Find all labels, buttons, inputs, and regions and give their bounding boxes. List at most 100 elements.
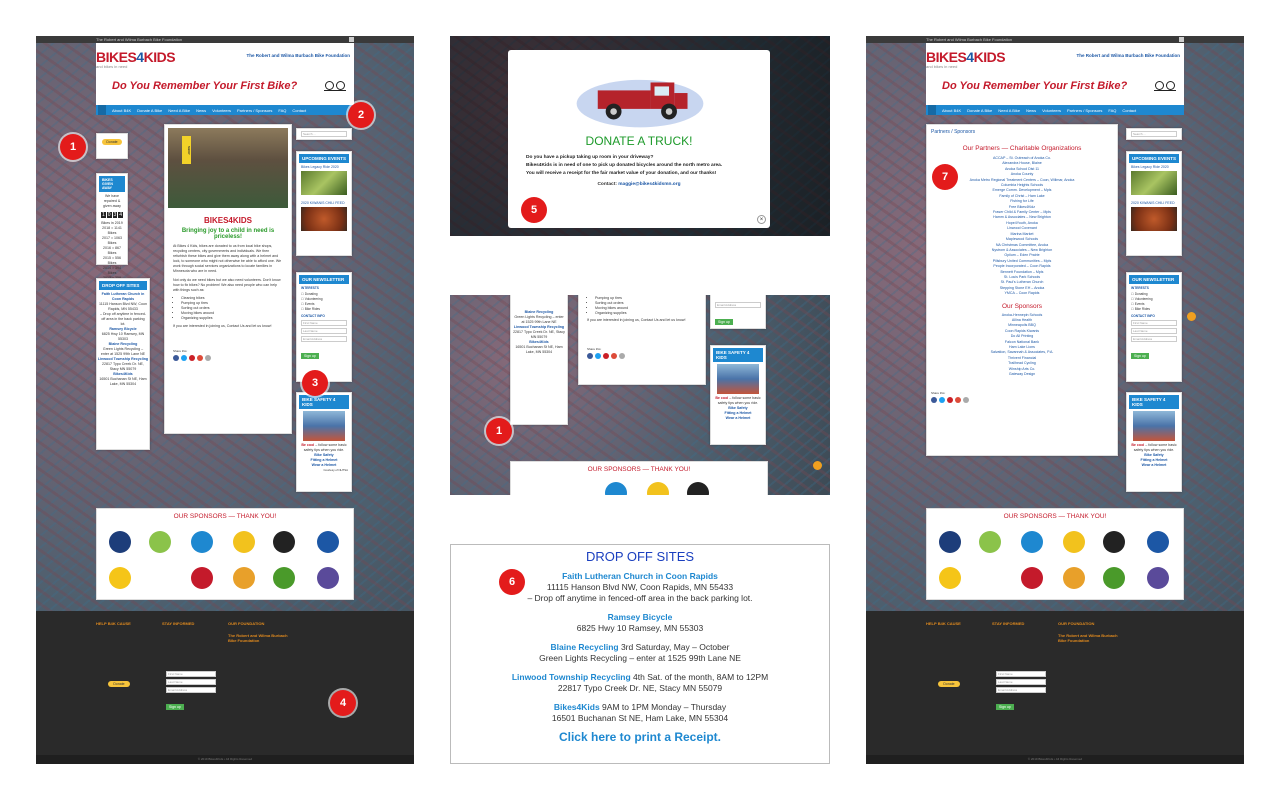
contact-email-link[interactable]: maggie@bikes4kidsmn.org bbox=[618, 182, 680, 187]
nav-item[interactable]: FAQ bbox=[1108, 108, 1116, 113]
dropoff-site-name[interactable]: Ramsey Bicycle bbox=[451, 612, 829, 623]
scroll-top-icon[interactable] bbox=[813, 461, 822, 470]
last-name-input[interactable]: Last Name bbox=[996, 679, 1046, 685]
sponsor-logo[interactable] bbox=[1063, 531, 1085, 553]
sponsor-logo[interactable] bbox=[317, 531, 339, 553]
email-input[interactable]: Email Address bbox=[715, 302, 761, 308]
home-icon[interactable] bbox=[98, 105, 106, 115]
nav-item[interactable]: Volunteers bbox=[212, 108, 231, 113]
paypal-donate-button[interactable]: Donate bbox=[108, 681, 130, 687]
sponsor-logo[interactable] bbox=[273, 567, 295, 589]
sponsor-logo[interactable] bbox=[1021, 531, 1043, 553]
first-name-input[interactable]: First Name bbox=[996, 671, 1046, 677]
modal-close-button[interactable]: × bbox=[757, 215, 766, 224]
email-input[interactable]: Email Address bbox=[166, 687, 216, 693]
signup-button[interactable]: Sign up bbox=[301, 353, 319, 359]
sponsor-logo[interactable] bbox=[317, 567, 339, 589]
nav-item[interactable]: Partners / Sponsors bbox=[1067, 108, 1102, 113]
sponsor-logo[interactable] bbox=[109, 567, 131, 589]
sponsor-item[interactable]: Gateway Design bbox=[927, 372, 1117, 377]
sponsor-logo[interactable] bbox=[233, 567, 255, 589]
twitter-share-icon[interactable] bbox=[939, 397, 945, 404]
sponsor-logo[interactable] bbox=[109, 531, 131, 553]
facebook-share-icon[interactable] bbox=[931, 397, 937, 404]
nav-item[interactable]: Contact bbox=[1122, 108, 1136, 113]
sponsor-logo[interactable] bbox=[273, 531, 295, 553]
sponsor-logo[interactable] bbox=[1063, 567, 1085, 589]
dropoff-site-name[interactable]: Blaine Recycling bbox=[551, 642, 619, 652]
more-share-icon[interactable] bbox=[205, 355, 211, 361]
first-name-input[interactable]: First Name bbox=[166, 671, 216, 677]
nav-item[interactable]: News bbox=[196, 108, 206, 113]
nav-item[interactable]: Volunteers bbox=[1042, 108, 1061, 113]
site-logo[interactable]: BIKES4KIDS bbox=[96, 49, 176, 65]
nav-item[interactable]: News bbox=[1026, 108, 1036, 113]
first-name-input[interactable]: First Name bbox=[1131, 320, 1177, 326]
search-input[interactable]: Search ... bbox=[301, 131, 347, 137]
sponsor-logo[interactable] bbox=[1147, 531, 1169, 553]
event-link[interactable]: Bikes Legacy Ride 2020 bbox=[301, 165, 347, 169]
sponsor-logo[interactable] bbox=[939, 567, 961, 589]
event-link[interactable]: Bikes Legacy Ride 2020 bbox=[1131, 165, 1177, 169]
google-share-icon[interactable] bbox=[197, 355, 203, 361]
safety-link[interactable]: Wear a Helmet bbox=[711, 416, 765, 421]
sponsor-logo[interactable] bbox=[191, 531, 213, 553]
twitter-share-icon[interactable] bbox=[595, 353, 601, 359]
sponsor-logo[interactable] bbox=[687, 482, 709, 495]
site-logo[interactable]: BIKES4KIDS bbox=[926, 49, 1006, 65]
first-name-input[interactable]: First Name bbox=[301, 320, 347, 326]
signup-button[interactable]: Sign up bbox=[996, 704, 1014, 710]
partner-item[interactable]: YMCA – Coon Rapids bbox=[927, 291, 1117, 296]
sponsor-logo[interactable] bbox=[647, 482, 669, 495]
last-name-input[interactable]: Last Name bbox=[166, 679, 216, 685]
google-share-icon[interactable] bbox=[611, 353, 617, 359]
scroll-top-icon[interactable] bbox=[1187, 312, 1196, 321]
nav-item[interactable]: Need A Bike bbox=[168, 108, 190, 113]
signup-button[interactable]: Sign up bbox=[715, 319, 733, 325]
safety-link[interactable]: Wear a Helmet bbox=[1127, 463, 1181, 468]
facebook-share-icon[interactable] bbox=[173, 355, 179, 361]
email-input[interactable]: Email Address bbox=[1131, 336, 1177, 342]
twitter-share-icon[interactable] bbox=[181, 355, 187, 361]
event-image[interactable] bbox=[301, 207, 347, 231]
email-input[interactable]: Email Address bbox=[996, 687, 1046, 693]
breadcrumb[interactable]: Partners / Sponsors bbox=[931, 129, 1113, 135]
email-input[interactable]: Email Address bbox=[301, 336, 347, 342]
nav-item[interactable]: Donate A Bike bbox=[137, 108, 162, 113]
event-image[interactable] bbox=[1131, 171, 1177, 195]
nav-item[interactable]: FAQ bbox=[278, 108, 286, 113]
facebook-icon[interactable] bbox=[1179, 37, 1184, 42]
sponsor-logo[interactable] bbox=[149, 531, 171, 553]
dropoff-site-name[interactable]: Faith Lutheran Church in Coon Rapids bbox=[97, 292, 149, 302]
interest-checkbox[interactable]: ☐ Bike Rides bbox=[1131, 307, 1177, 312]
pinterest-share-icon[interactable] bbox=[603, 353, 609, 359]
sponsor-logo[interactable] bbox=[979, 531, 1001, 553]
sponsor-logo[interactable] bbox=[233, 531, 255, 553]
home-icon[interactable] bbox=[928, 105, 936, 115]
pinterest-share-icon[interactable] bbox=[947, 397, 953, 404]
sponsor-logo[interactable] bbox=[1147, 567, 1169, 589]
dropoff-site-name[interactable]: Linwood Township Recycling bbox=[512, 672, 631, 682]
sponsor-logo[interactable] bbox=[1103, 567, 1125, 589]
signup-button[interactable]: Sign up bbox=[1131, 353, 1149, 359]
event-image[interactable] bbox=[1131, 207, 1177, 231]
event-link[interactable]: 2020 KIWANIS CHILI FEED bbox=[301, 201, 347, 205]
nav-item[interactable]: About B4K bbox=[112, 108, 131, 113]
google-share-icon[interactable] bbox=[955, 397, 961, 404]
dropoff-site-name[interactable]: Bikes4Kids bbox=[554, 702, 600, 712]
more-share-icon[interactable] bbox=[963, 397, 969, 404]
sponsor-logo[interactable] bbox=[1103, 531, 1125, 553]
more-share-icon[interactable] bbox=[619, 353, 625, 359]
nav-item[interactable]: Donate A Bike bbox=[967, 108, 992, 113]
sponsor-logo[interactable] bbox=[605, 482, 627, 495]
nav-item[interactable]: Partners / Sponsors bbox=[237, 108, 272, 113]
pinterest-share-icon[interactable] bbox=[189, 355, 195, 361]
last-name-input[interactable]: Last Name bbox=[301, 328, 347, 334]
last-name-input[interactable]: Last Name bbox=[1131, 328, 1177, 334]
print-receipt-link[interactable]: Click here to print a Receipt. bbox=[451, 730, 829, 744]
sponsor-logo[interactable] bbox=[1021, 567, 1043, 589]
facebook-icon[interactable] bbox=[349, 37, 354, 42]
sponsor-logo[interactable] bbox=[191, 567, 213, 589]
search-input[interactable]: Search ... bbox=[1131, 131, 1177, 137]
nav-item[interactable]: Contact bbox=[292, 108, 306, 113]
